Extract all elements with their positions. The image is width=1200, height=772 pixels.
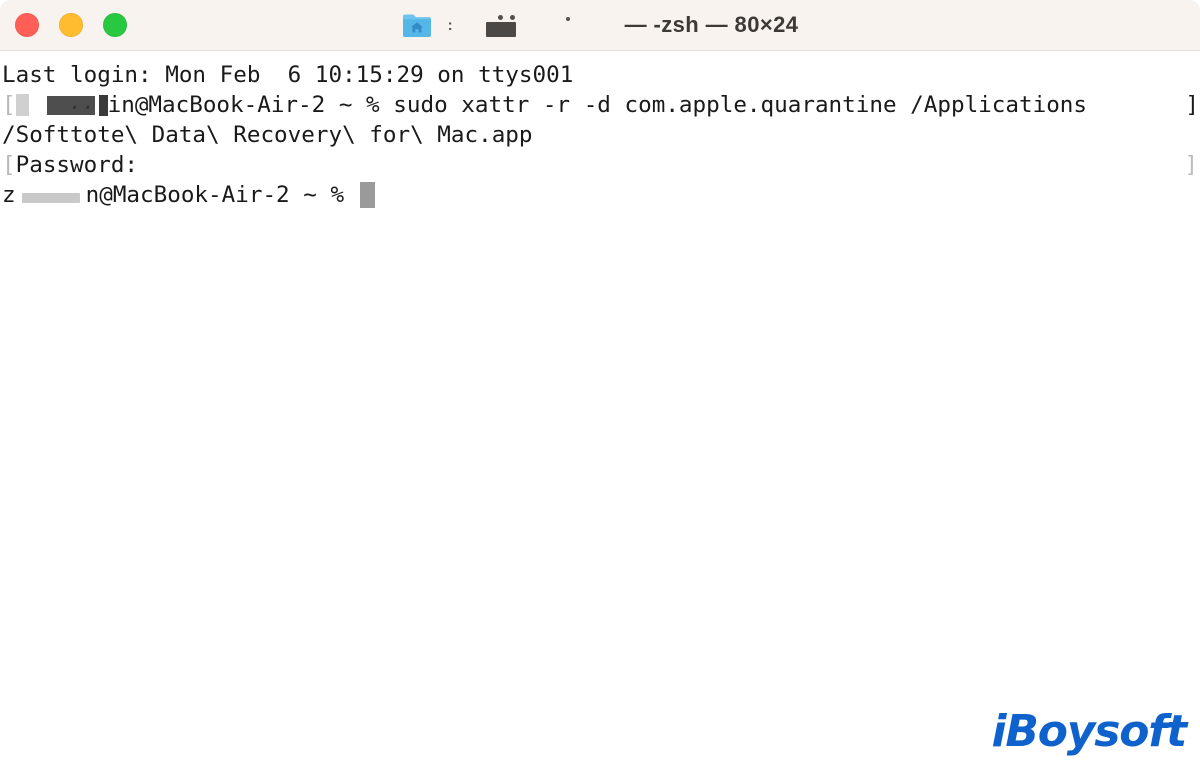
password-close-bracket: ] xyxy=(1184,152,1198,178)
prompt-host-text: in@MacBook-Air-2 ~ % xyxy=(107,92,394,118)
line-close-bracket: ] xyxy=(1185,92,1199,118)
terminal-line-new-prompt[interactable]: z n@MacBook-Air-2 ~ % xyxy=(0,180,1200,210)
window-title-area: : — -zsh — 80×24 xyxy=(0,0,1200,50)
redaction-smudge xyxy=(21,193,80,203)
command-text: sudo xattr -r -d com.apple.quarantine /A… xyxy=(393,92,1087,118)
iboysoft-watermark: iBoysoft xyxy=(991,706,1187,757)
redaction-colon-mark: : xyxy=(447,17,453,34)
redaction-dot-c xyxy=(565,17,570,21)
terminal-output-area[interactable]: Last login: Mon Feb 6 10:15:29 on ttys00… xyxy=(0,51,1200,772)
redaction-block xyxy=(485,22,516,37)
redaction-light-block xyxy=(15,94,29,116)
window-titlebar: : — -zsh — 80×24 xyxy=(0,0,1200,51)
redaction-small-block xyxy=(98,95,108,116)
terminal-line-command: [·· in@MacBook-Air-2 ~ % sudo xattr -r -d… xyxy=(0,90,1200,121)
home-folder-icon xyxy=(402,12,432,38)
redacted-username-title: : xyxy=(441,12,616,38)
redaction-dot-a xyxy=(497,15,503,20)
terminal-window: : — -zsh — 80×24 Last login: Mon Feb 6 1… xyxy=(0,0,1200,772)
maximize-button[interactable] xyxy=(103,13,127,37)
terminal-line-password-prompt: [Password:] xyxy=(0,150,1200,180)
password-prompt-text: Password: xyxy=(15,152,139,178)
prompt-host-text-2: n@MacBook-Air-2 ~ % xyxy=(85,182,358,208)
traffic-light-buttons xyxy=(15,0,127,50)
close-button[interactable] xyxy=(15,13,39,37)
window-title-text: — -zsh — 80×24 xyxy=(624,12,799,37)
last-login-text: Last login: Mon Feb 6 10:15:29 on ttys00… xyxy=(2,62,574,88)
redaction-dot-b xyxy=(509,15,515,20)
line-open-bracket: [ xyxy=(2,92,16,118)
terminal-line-last-login: Last login: Mon Feb 6 10:15:29 on ttys00… xyxy=(0,60,1200,90)
terminal-cursor xyxy=(359,182,375,208)
minimize-button[interactable] xyxy=(59,13,83,37)
prompt-user-initial: z xyxy=(2,182,16,208)
password-open-bracket: [ xyxy=(2,152,16,178)
app-path-text: /Softtote\ Data\ Recovery\ for\ Mac.app xyxy=(2,122,533,148)
terminal-line-app-path: /Softtote\ Data\ Recovery\ for\ Mac.app xyxy=(0,120,1200,150)
